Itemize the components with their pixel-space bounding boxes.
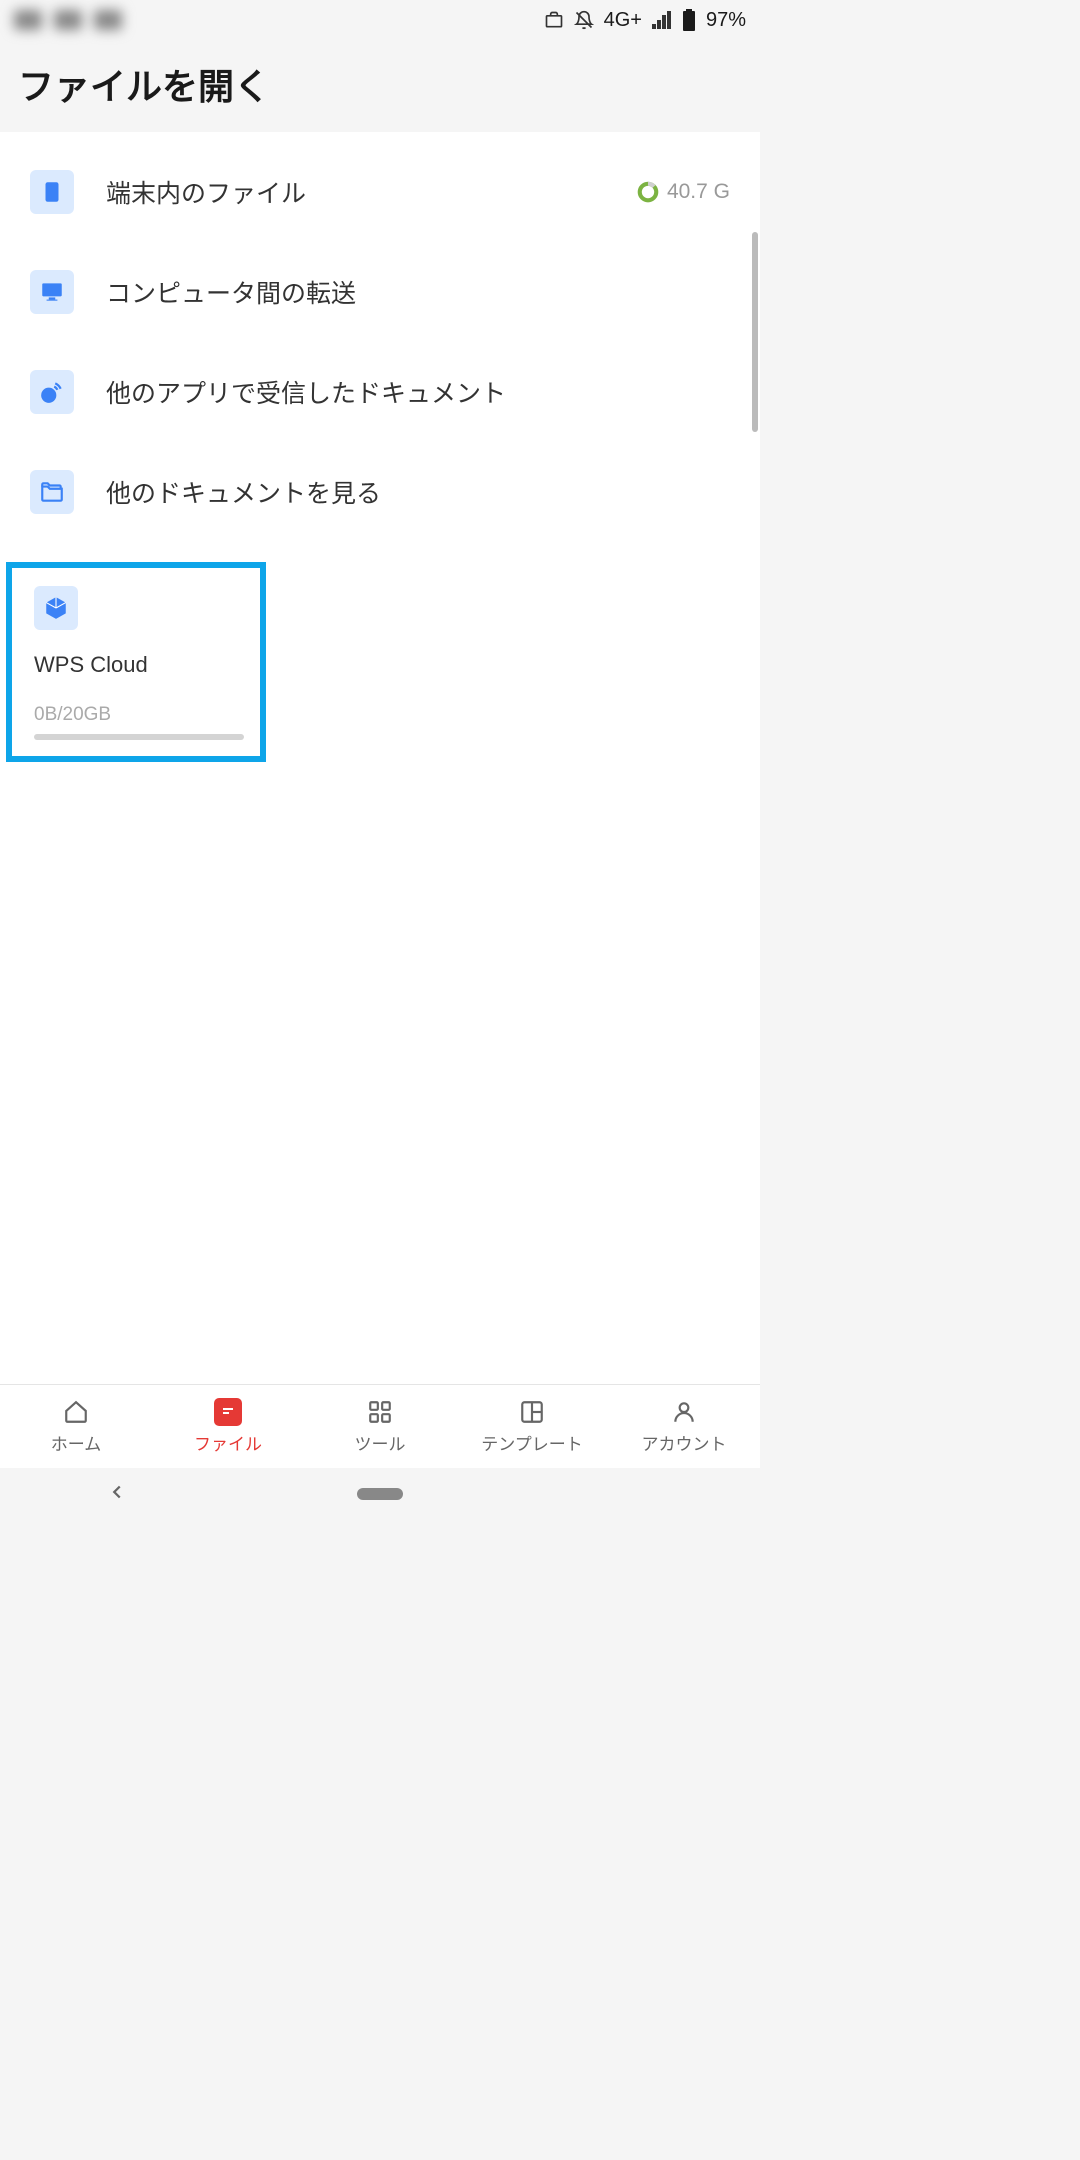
storage-ring-icon — [637, 181, 659, 203]
cloud-progress-bar — [34, 734, 244, 740]
briefcase-icon — [544, 10, 564, 30]
cloud-usage: 0B/20GB — [34, 704, 238, 726]
template-icon — [518, 1398, 546, 1426]
storage-meta: 40.7 G — [637, 180, 730, 204]
signal-icon — [652, 11, 672, 29]
network-label: 4G+ — [604, 9, 642, 32]
satellite-icon — [30, 370, 74, 414]
nav-label: アカウント — [642, 1430, 727, 1455]
nav-label: ホーム — [51, 1430, 102, 1455]
files-icon — [214, 1398, 242, 1426]
menu-item-device-files[interactable]: 端末内のファイル 40.7 G — [0, 142, 760, 242]
menu-item-other-docs[interactable]: 他のドキュメントを見る — [0, 442, 760, 542]
battery-label: 97% — [706, 9, 746, 32]
system-back-button[interactable] — [106, 1481, 146, 1508]
nav-account[interactable]: アカウント — [608, 1385, 760, 1468]
battery-icon — [682, 9, 696, 31]
nav-templates[interactable]: テンプレート — [456, 1385, 608, 1468]
page-title: ファイルを開く — [18, 58, 742, 110]
page-header: ファイルを開く — [0, 40, 760, 132]
nav-label: ファイル — [194, 1430, 262, 1455]
menu-label: コンピュータ間の転送 — [106, 274, 730, 310]
nav-tools[interactable]: ツール — [304, 1385, 456, 1468]
folder-icon — [30, 470, 74, 514]
menu-item-received-docs[interactable]: 他のアプリで受信したドキュメント — [0, 342, 760, 442]
device-icon — [30, 170, 74, 214]
grid-icon — [366, 1398, 394, 1426]
menu-list: 端末内のファイル 40.7 G コンピュータ間の転送 他のアプリで受信したドキュ… — [0, 132, 760, 552]
monitor-icon — [30, 270, 74, 314]
status-bar: 4G+ 97% — [0, 0, 760, 40]
menu-label: 端末内のファイル — [106, 174, 605, 210]
nav-files[interactable]: ファイル — [152, 1385, 304, 1468]
menu-item-computer-transfer[interactable]: コンピュータ間の転送 — [0, 242, 760, 342]
nav-label: ツール — [355, 1430, 406, 1455]
menu-label: 他のアプリで受信したドキュメント — [106, 374, 730, 410]
status-bar-left-blurred — [14, 10, 534, 30]
nav-home[interactable]: ホーム — [0, 1385, 152, 1468]
system-nav-bar — [0, 1468, 760, 1520]
cube-icon — [34, 586, 78, 630]
bottom-nav: ホーム ファイル ツール テンプレート アカウント — [0, 1384, 760, 1468]
cloud-label: WPS Cloud — [34, 652, 238, 678]
cloud-section: WPS Cloud 0B/20GB — [0, 552, 760, 772]
system-home-button[interactable] — [357, 1488, 403, 1500]
content-area: 端末内のファイル 40.7 G コンピュータ間の転送 他のアプリで受信したドキュ… — [0, 132, 760, 1384]
nav-label: テンプレート — [481, 1430, 583, 1455]
scrollbar[interactable] — [752, 232, 758, 432]
home-icon — [62, 1398, 90, 1426]
storage-text: 40.7 G — [667, 180, 730, 204]
account-icon — [670, 1398, 698, 1426]
menu-label: 他のドキュメントを見る — [106, 474, 730, 510]
notifications-off-icon — [574, 10, 594, 30]
wps-cloud-card[interactable]: WPS Cloud 0B/20GB — [6, 562, 266, 762]
